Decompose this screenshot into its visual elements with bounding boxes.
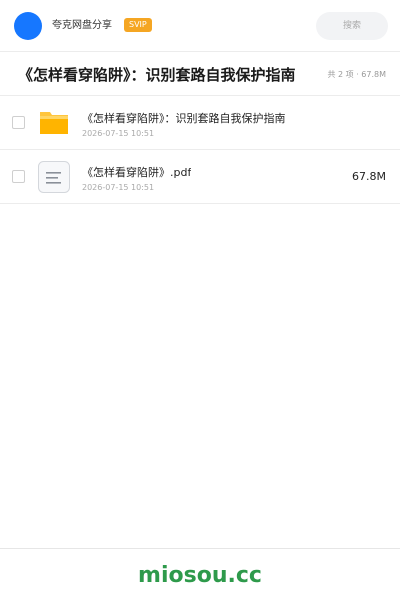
- row-checkbox[interactable]: [12, 170, 25, 183]
- folder-icon: [38, 107, 70, 139]
- row-checkbox[interactable]: [12, 116, 25, 129]
- site-watermark: miosou.cc: [138, 563, 262, 588]
- file-date: 2026-07-15 10:51: [82, 129, 155, 138]
- folder-title-bar: 《怎样看穿陷阱》：识别套路自我保护指南 共 2 项 · 67.8M: [0, 52, 400, 96]
- file-date: 2026-07-15 10:51: [82, 183, 155, 192]
- file-name[interactable]: 《怎样看穿陷阱》：识别套路自我保护指南: [82, 112, 286, 126]
- svip-badge: SVIP: [124, 18, 152, 32]
- item-summary: 共 2 项 · 67.8M: [327, 70, 386, 79]
- file-name[interactable]: 《怎样看穿陷阱》.pdf: [82, 166, 191, 180]
- footer: miosou.cc: [0, 548, 400, 600]
- file-size: 67.8M: [352, 170, 386, 183]
- page-title: 《怎样看穿陷阱》：识别套路自我保护指南: [18, 66, 296, 84]
- top-header: 夸克网盘分享 SVIP: [0, 0, 400, 52]
- search-input[interactable]: [316, 12, 388, 40]
- avatar[interactable]: [14, 12, 42, 40]
- user-name[interactable]: 夸克网盘分享: [52, 19, 112, 33]
- file-row[interactable]: 《怎样看穿陷阱》.pdf 2026-07-15 10:51 67.8M: [0, 150, 400, 204]
- document-icon: [38, 161, 70, 193]
- file-row[interactable]: 《怎样看穿陷阱》：识别套路自我保护指南 2026-07-15 10:51: [0, 96, 400, 150]
